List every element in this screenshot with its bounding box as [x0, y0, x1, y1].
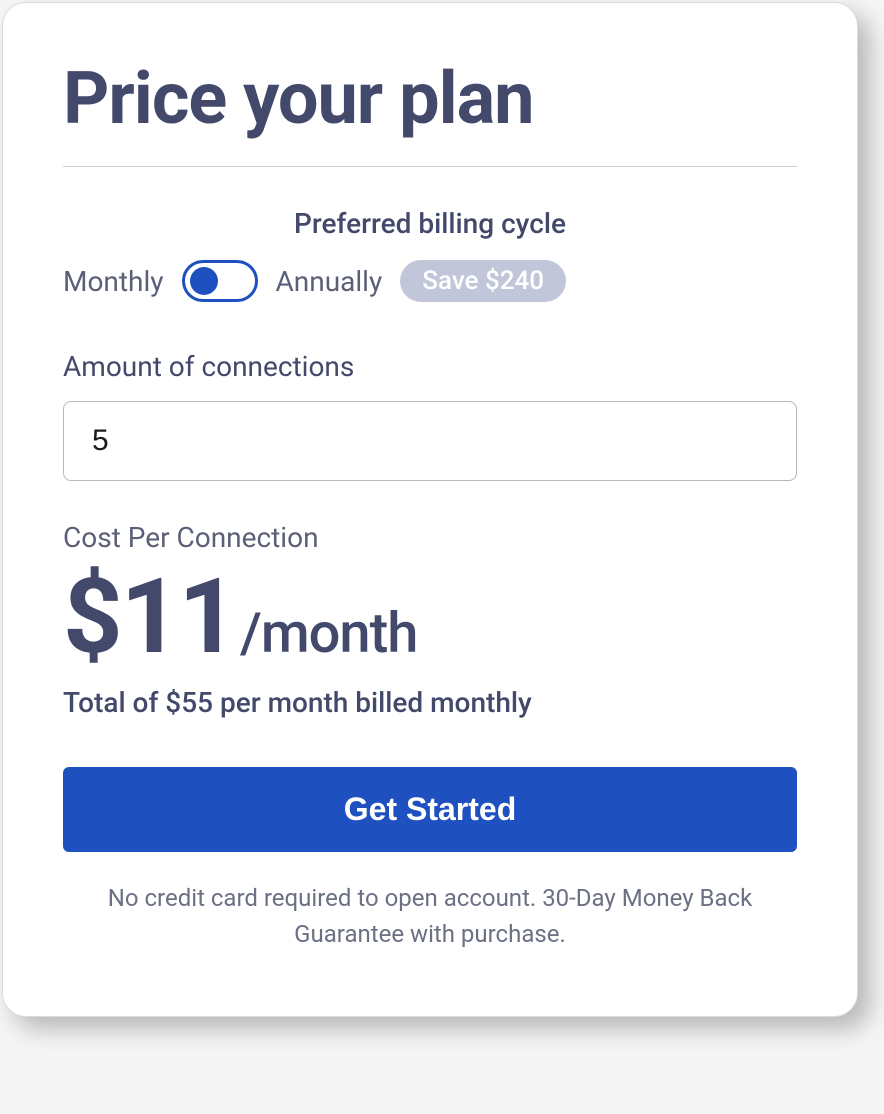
page-title: Price your plan — [63, 59, 797, 138]
cost-section: Cost Per Connection $11 /month Total of … — [63, 521, 797, 719]
disclaimer-text: No credit card required to open account.… — [63, 880, 797, 952]
annually-label: Annually — [276, 265, 383, 298]
toggle-knob — [190, 267, 218, 295]
divider — [63, 166, 797, 167]
price-period: /month — [240, 600, 417, 666]
billing-cycle-label: Preferred billing cycle — [63, 207, 797, 240]
connections-input[interactable] — [63, 401, 797, 481]
total-text: Total of $55 per month billed monthly — [63, 686, 797, 719]
cost-per-connection-label: Cost Per Connection — [63, 521, 797, 554]
connections-label: Amount of connections — [63, 350, 797, 383]
get-started-button[interactable]: Get Started — [63, 767, 797, 852]
pricing-card: Price your plan Preferred billing cycle … — [2, 2, 858, 1017]
billing-toggle[interactable] — [182, 260, 258, 302]
billing-toggle-row: Monthly Annually Save $240 — [63, 260, 797, 302]
connections-section: Amount of connections — [63, 350, 797, 481]
price-display: $11 /month — [63, 566, 797, 670]
billing-section: Preferred billing cycle Monthly Annually… — [63, 207, 797, 302]
save-badge: Save $240 — [400, 260, 566, 302]
price-amount: $11 — [63, 566, 236, 670]
monthly-label: Monthly — [63, 265, 164, 298]
